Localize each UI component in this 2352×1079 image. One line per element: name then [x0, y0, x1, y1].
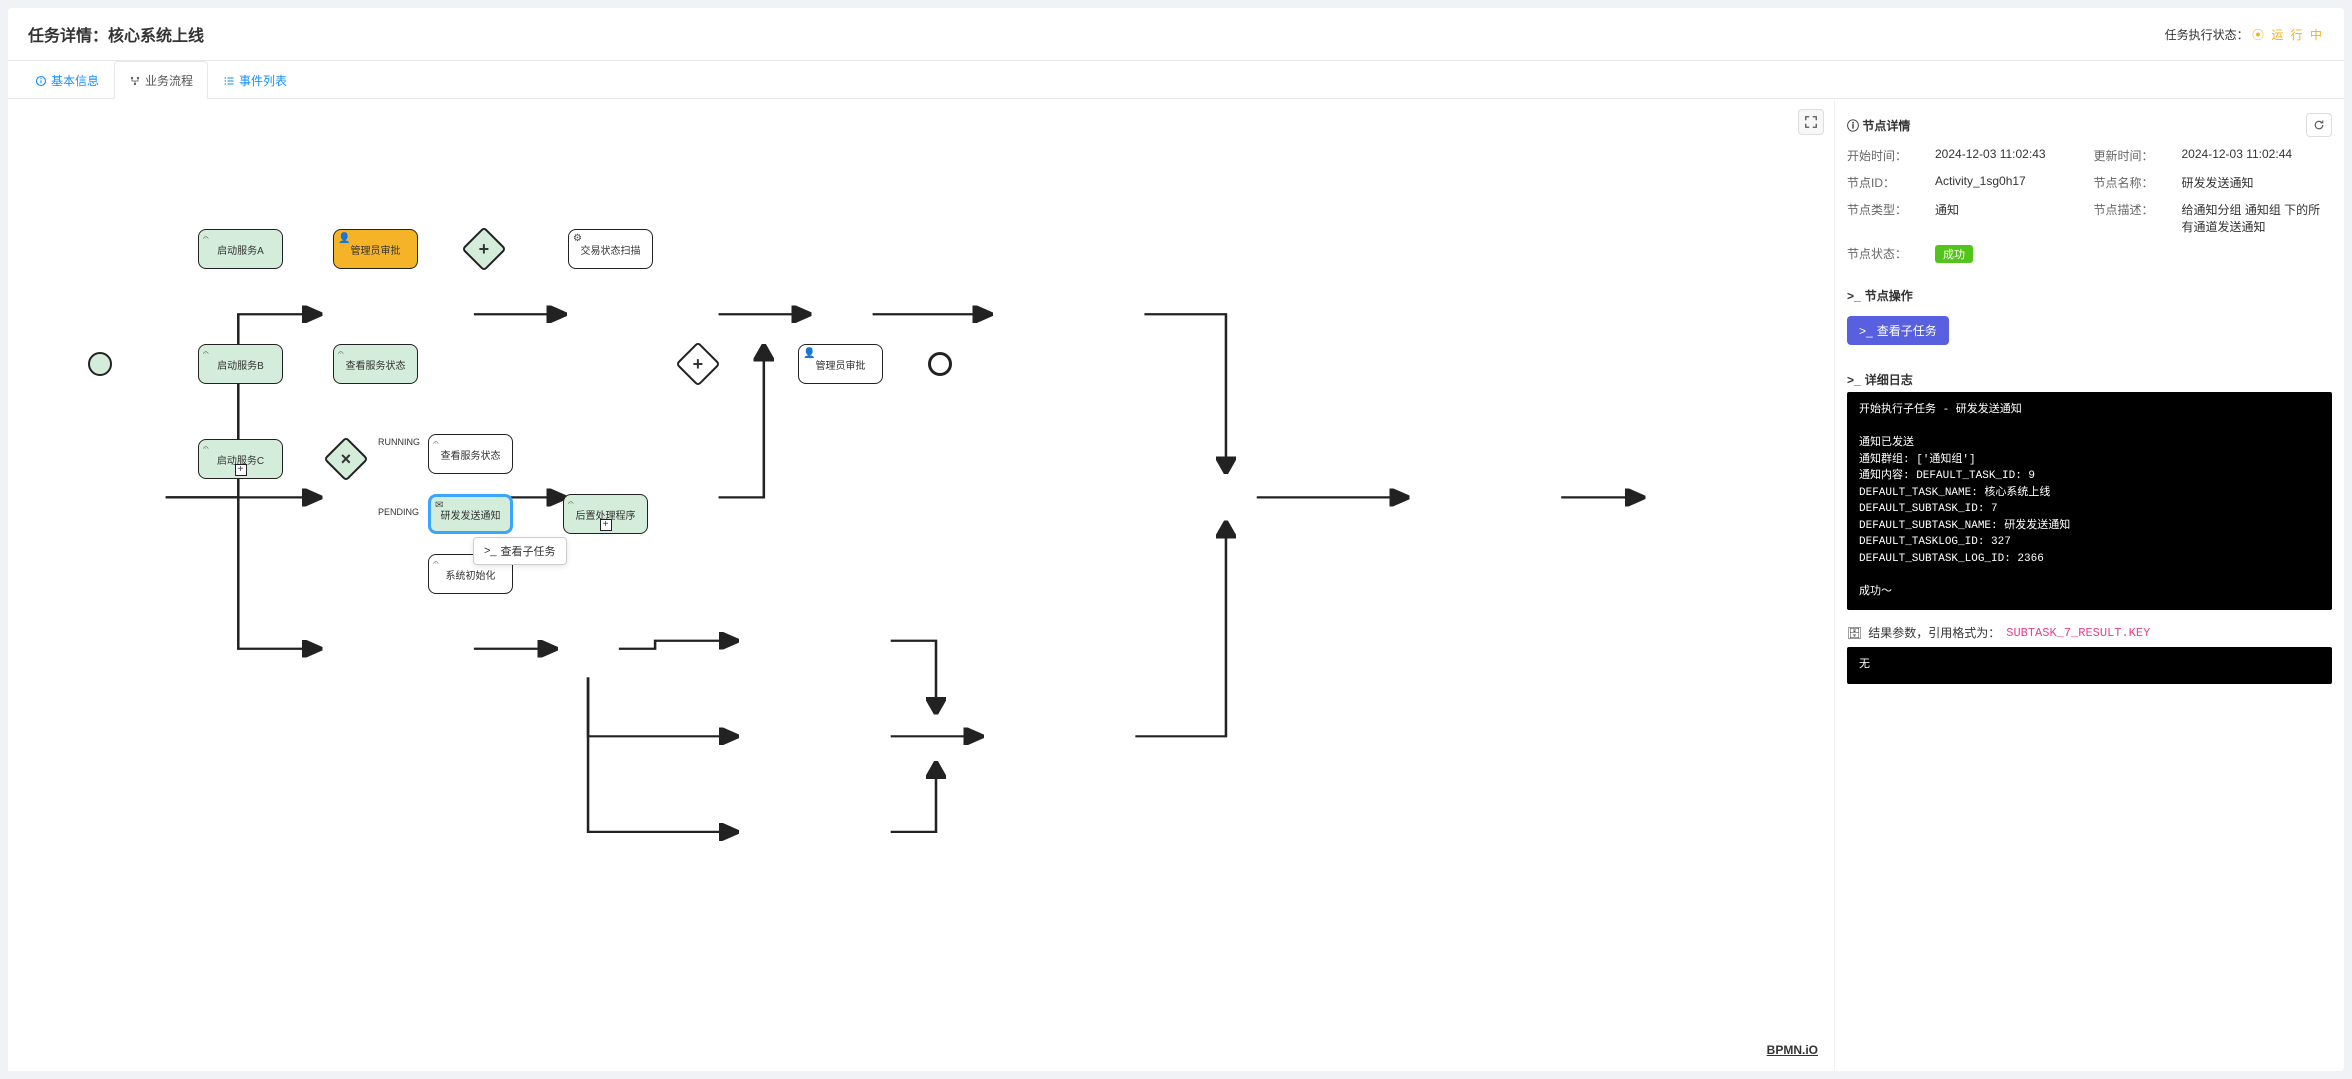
script-icon: 𝄐 — [203, 443, 209, 454]
refresh-button[interactable] — [2306, 113, 2332, 137]
page-title: 任务详情：核心系统上线 — [28, 22, 204, 46]
result-title: 结果参数，引用格式为： — [1868, 624, 2000, 641]
user-icon: 👤 — [338, 233, 350, 244]
detail-grid: 开始时间： 2024-12-03 11:02:43 更新时间： 2024-12-… — [1847, 141, 2332, 269]
gateway-parallel-2[interactable]: + — [682, 348, 714, 380]
node-post-process[interactable]: 𝄐后置处理程序+ — [563, 494, 648, 534]
mail-icon: ✉ — [435, 500, 443, 511]
node-admin-approve-1[interactable]: 👤管理员审批 — [333, 229, 418, 269]
node-check-status[interactable]: 𝄐查看服务状态 — [333, 344, 418, 384]
lbl-node-id: 节点ID： — [1847, 174, 1927, 191]
node-check-status-2[interactable]: 𝄐查看服务状态 — [428, 434, 513, 474]
expand-button[interactable] — [1798, 109, 1824, 135]
result-output: 无 — [1847, 647, 2332, 684]
bpmn-canvas[interactable]: 𝄐启动服务A 𝄐启动服务B 𝄐启动服务C+ 👤管理员审批 𝄐查看服务状态 + ⚙… — [8, 99, 1834, 1071]
status-badge: ⦿ 运 行 中 — [2252, 28, 2324, 42]
val-node-type: 通知 — [1935, 201, 2086, 235]
lbl-node-type: 节点类型： — [1847, 201, 1927, 235]
subprocess-marker: + — [235, 464, 247, 476]
tabs: 基本信息 业务流程 事件列表 — [8, 61, 2344, 99]
lbl-node-status: 节点状态： — [1847, 245, 1927, 263]
tab-event-list[interactable]: 事件列表 — [208, 61, 302, 99]
node-notify[interactable]: ✉研发发送通知 — [428, 494, 513, 534]
ops-title: 节点操作 — [1865, 287, 1913, 304]
script-icon: 𝄐 — [433, 558, 439, 569]
lbl-update-time: 更新时间： — [2094, 147, 2174, 164]
edge-label-pending: PENDING — [378, 507, 419, 517]
node-service-b[interactable]: 𝄐启动服务B — [198, 344, 283, 384]
log-output: 开始执行子任务 - 研发发送通知 通知已发送 通知群组: ['通知组'] 通知内… — [1847, 392, 2332, 610]
lbl-start-time: 开始时间： — [1847, 147, 1927, 164]
val-node-desc: 给通知分组 通知组 下的所有通道发送通知 — [2182, 201, 2333, 235]
script-icon: 𝄐 — [433, 438, 439, 449]
lbl-node-name: 节点名称： — [2094, 174, 2174, 191]
node-service-c[interactable]: 𝄐启动服务C+ — [198, 439, 283, 479]
node-admin-approve-2[interactable]: 👤管理员审批 — [798, 344, 883, 384]
diagram: 𝄐启动服务A 𝄐启动服务B 𝄐启动服务C+ 👤管理员审批 𝄐查看服务状态 + ⚙… — [48, 139, 1824, 1031]
gateway-exclusive[interactable]: × — [330, 443, 362, 475]
exec-status: 任务执行状态： ⦿ 运 行 中 — [2165, 26, 2324, 43]
view-subtask-button[interactable]: >_ 查看子任务 — [1847, 316, 1949, 345]
val-node-name: 研发发送通知 — [2182, 174, 2333, 191]
edge-label-running: RUNNING — [378, 437, 420, 447]
detail-title: 节点详情 — [1862, 119, 1910, 133]
script-icon: 𝄐 — [203, 348, 209, 359]
refresh-icon — [2313, 119, 2325, 131]
user-icon: 👤 — [803, 348, 815, 359]
tab-business-flow[interactable]: 业务流程 — [114, 61, 208, 99]
script-icon: 𝄐 — [568, 498, 574, 509]
tab-basic-info[interactable]: 基本信息 — [20, 61, 114, 99]
subprocess-marker: + — [600, 519, 612, 531]
terminal-icon: >_ — [1847, 289, 1861, 303]
log-title: 详细日志 — [1865, 371, 1913, 388]
gateway-parallel-1[interactable]: + — [468, 233, 500, 265]
node-tooltip[interactable]: >_ 查看子任务 — [473, 537, 567, 565]
side-panel: ⓘ 节点详情 开始时间： 2024-12-03 11:02:43 更新时间： 2… — [1834, 99, 2344, 1071]
val-start-time: 2024-12-03 11:02:43 — [1935, 147, 2086, 164]
val-node-id: Activity_1sg0h17 — [1935, 174, 2086, 191]
gear-icon: ⚙ — [573, 233, 582, 244]
info-icon: ⓘ — [1847, 119, 1859, 133]
terminal-icon: >_ — [1859, 324, 1873, 338]
result-key: SUBTASK_7_RESULT.KEY — [2006, 626, 2150, 640]
lbl-node-desc: 节点描述： — [2094, 201, 2174, 235]
script-icon: 𝄐 — [203, 233, 209, 244]
terminal-icon: >_ — [1847, 373, 1861, 387]
script-icon: 𝄐 — [338, 348, 344, 359]
info-icon — [35, 75, 47, 87]
db-icon: 🗄 — [1847, 626, 1862, 640]
expand-icon — [1804, 115, 1818, 129]
start-event[interactable] — [88, 352, 112, 376]
node-scan[interactable]: ⚙交易状态扫描 — [568, 229, 653, 269]
terminal-icon: >_ — [484, 545, 497, 557]
val-node-status: 成功 — [1935, 245, 1973, 263]
val-update-time: 2024-12-03 11:02:44 — [2182, 147, 2333, 164]
node-service-a[interactable]: 𝄐启动服务A — [198, 229, 283, 269]
page-header: 任务详情：核心系统上线 任务执行状态： ⦿ 运 行 中 — [8, 8, 2344, 61]
list-icon — [223, 75, 235, 87]
end-event[interactable] — [928, 352, 952, 376]
bpmn-logo[interactable]: BPMN.iO — [1767, 1043, 1818, 1057]
flow-icon — [129, 75, 141, 87]
